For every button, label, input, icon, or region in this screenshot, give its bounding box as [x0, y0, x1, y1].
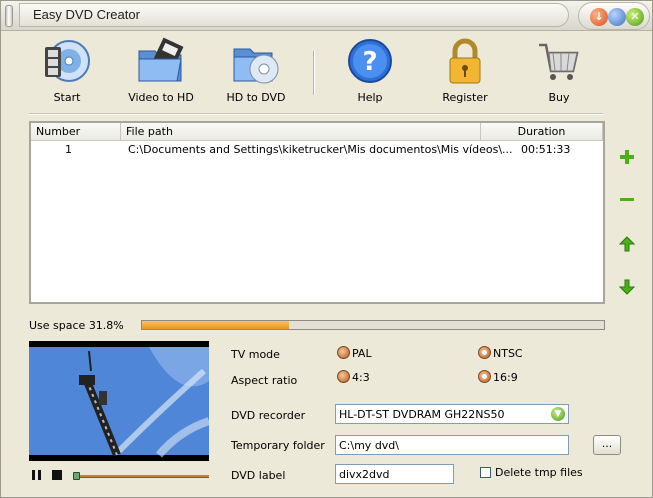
svg-text:?: ? [362, 47, 377, 77]
seek-handle[interactable] [73, 472, 80, 480]
ntsc-radio[interactable] [478, 346, 491, 359]
close-icon[interactable]: ✕ [626, 8, 644, 26]
video-to-hd-button[interactable]: Video to HD [121, 37, 201, 107]
playback-controls [29, 467, 211, 485]
row-file-path: C:\Documents and Settings\kiketrucker\Mi… [128, 143, 513, 156]
seek-slider[interactable] [73, 472, 209, 480]
preview-frame [29, 347, 209, 458]
shopping-cart-icon [539, 43, 579, 80]
temporary-folder-input[interactable]: C:\my dvd\ [335, 435, 569, 455]
video-to-hd-label: Video to HD [128, 91, 194, 104]
delete-tmp-checkbox[interactable] [480, 467, 491, 478]
window-title: Easy DVD Creator [33, 7, 140, 22]
help-button[interactable]: ? Help [330, 37, 410, 107]
temporary-folder-label: Temporary folder [231, 439, 325, 452]
move-down-icon[interactable] [619, 279, 635, 295]
buy-button[interactable]: Buy [519, 37, 599, 107]
title-bar[interactable]: Easy DVD Creator ↓ ✕ [1, 1, 652, 31]
start-label: Start [53, 91, 81, 104]
dvd-label-value: divx2dvd [339, 468, 390, 481]
dvd-label-input[interactable]: divx2dvd [335, 464, 454, 484]
row-duration: 00:51:33 [521, 143, 571, 156]
dvd-recorder-label: DVD recorder [231, 409, 306, 422]
add-file-icon[interactable] [619, 149, 635, 165]
ntsc-label: NTSC [493, 347, 523, 360]
tv-mode-label: TV mode [231, 348, 280, 361]
file-list[interactable]: Number File path Duration 1 C:\Documents… [29, 121, 605, 304]
app-window: Easy DVD Creator ↓ ✕ Start Video to HD H… [0, 0, 653, 498]
maximize-icon[interactable] [608, 8, 626, 26]
delete-tmp-label: Delete tmp files [495, 466, 583, 479]
dvd-recorder-value: HL-DT-ST DVDRAM GH22NS50 [339, 408, 505, 421]
row-number: 1 [65, 143, 72, 156]
use-space-label: Use space 31.8% [29, 319, 124, 332]
help-label: Help [357, 91, 383, 104]
dvd-label-label: DVD label [231, 469, 286, 482]
pause-icon[interactable] [31, 469, 43, 481]
hd-to-dvd-label: HD to DVD [226, 91, 286, 104]
aspect-4-3-radio[interactable] [337, 370, 350, 383]
folder-film-icon [138, 37, 184, 82]
chevron-down-icon[interactable]: ▼ [551, 407, 565, 421]
temporary-folder-value: C:\my dvd\ [339, 439, 399, 452]
column-file-path[interactable]: File path [121, 123, 481, 140]
start-button[interactable]: Start [27, 37, 107, 107]
aspect-16-9-label: 16:9 [493, 371, 518, 384]
pal-radio[interactable] [337, 346, 350, 359]
aspect-4-3-label: 4:3 [352, 371, 370, 384]
folder-disc-icon [233, 48, 279, 84]
buy-label: Buy [548, 91, 570, 104]
stop-icon[interactable] [51, 469, 63, 481]
remove-file-icon[interactable] [619, 192, 635, 208]
window-controls: ↓ ✕ [578, 2, 650, 30]
use-space-bar [141, 320, 605, 330]
register-button[interactable]: Register [425, 37, 505, 107]
browse-folder-button[interactable]: ... [593, 435, 621, 455]
padlock-icon [449, 38, 481, 84]
column-number[interactable]: Number [31, 123, 121, 140]
dvd-recorder-select[interactable]: HL-DT-ST DVDRAM GH22NS50 ▼ [335, 404, 569, 424]
use-space-fill [142, 321, 289, 329]
file-list-header: Number File path Duration [31, 123, 603, 141]
toolbar-divider [29, 113, 603, 115]
minimize-icon[interactable]: ↓ [590, 8, 608, 26]
film-disc-icon [45, 40, 90, 82]
register-label: Register [442, 91, 488, 104]
aspect-16-9-radio[interactable] [478, 370, 491, 383]
move-up-icon[interactable] [619, 236, 635, 252]
video-preview [29, 341, 209, 461]
hd-to-dvd-button[interactable]: HD to DVD [216, 37, 296, 107]
pal-label: PAL [352, 347, 372, 360]
help-icon: ? [348, 39, 392, 83]
column-duration[interactable]: Duration [481, 123, 603, 140]
aspect-ratio-label: Aspect ratio [231, 374, 298, 387]
app-menu-icon[interactable] [5, 5, 13, 27]
toolbar-separator [313, 51, 315, 95]
